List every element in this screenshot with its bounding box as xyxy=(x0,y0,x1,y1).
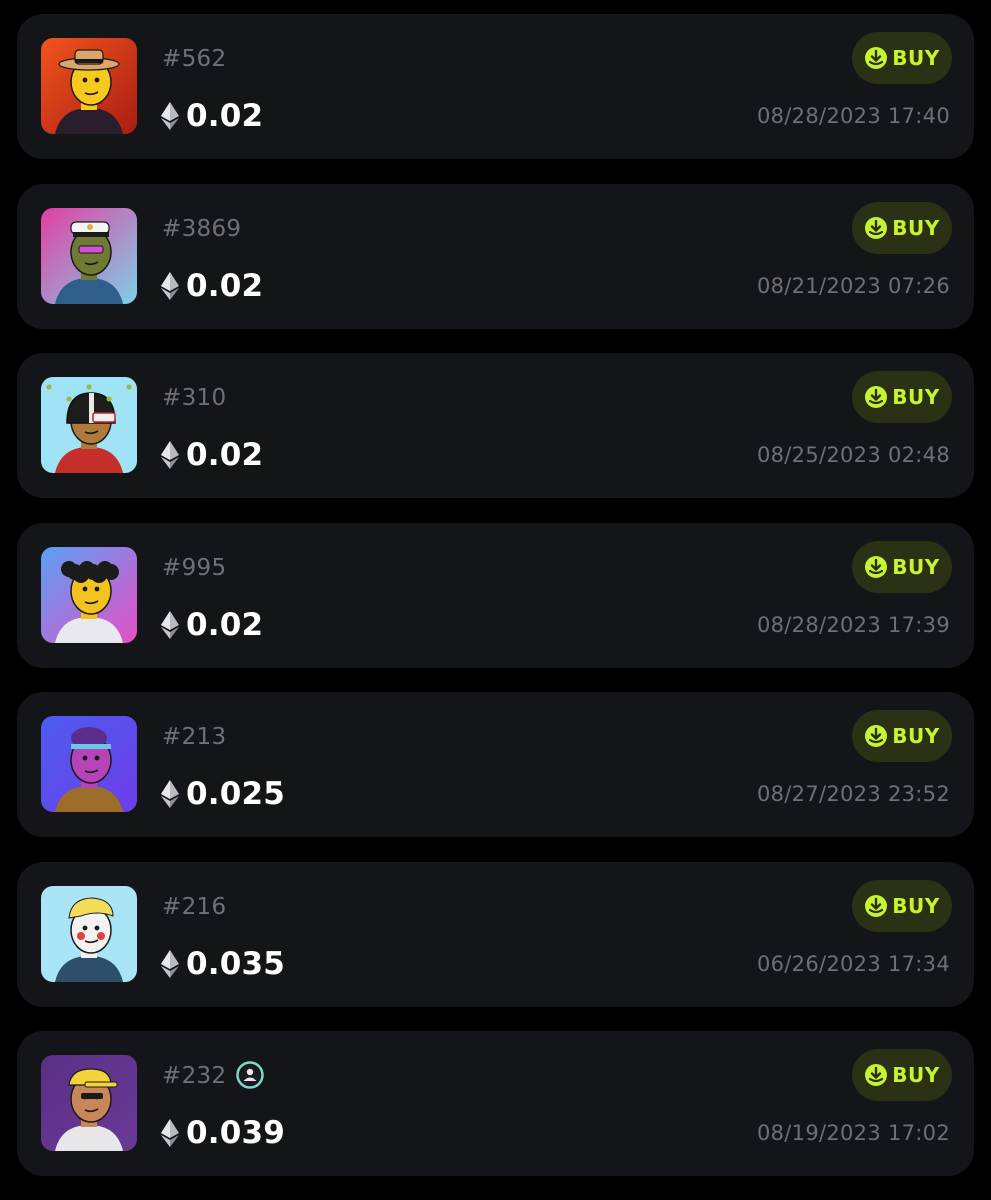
token-id-label: #232 xyxy=(162,1063,227,1089)
token-id-label: #310 xyxy=(162,385,227,411)
listing-card[interactable]: #232 0.039 BUY 08/19/2023 17:02 xyxy=(17,1031,974,1176)
nft-thumbnail[interactable] xyxy=(41,207,137,304)
listing-timestamp: 06/26/2023 17:34 xyxy=(756,951,950,976)
buy-button[interactable]: BUY xyxy=(852,1049,952,1101)
listing-card[interactable]: #3869 0.02 BUY 08/21/2023 07:26 xyxy=(17,183,974,329)
token-id-label: #995 xyxy=(162,554,227,581)
buy-button-label: BUY xyxy=(892,385,940,409)
ethereum-icon xyxy=(161,780,179,808)
buy-button-label: BUY xyxy=(892,215,940,240)
ethereum-icon xyxy=(161,949,179,978)
listing-timestamp: 08/28/2023 17:39 xyxy=(756,612,950,637)
nft-thumbnail[interactable] xyxy=(41,546,137,643)
token-id: #213 xyxy=(162,722,226,752)
buy-arrow-icon xyxy=(865,47,888,69)
buy-arrow-icon xyxy=(865,894,888,917)
ethereum-icon xyxy=(161,102,179,130)
ethereum-icon xyxy=(161,610,179,639)
listing-card[interactable]: #216 0.035 BUY 06/26/2023 17:34 xyxy=(17,861,974,1007)
listing-timestamp: 08/27/2023 23:52 xyxy=(756,782,950,806)
buy-button[interactable]: BUY xyxy=(852,32,952,84)
price-value: 0.02 xyxy=(186,267,264,304)
price-value: 0.02 xyxy=(186,437,264,473)
buy-arrow-icon xyxy=(865,216,888,239)
buy-button-label: BUY xyxy=(892,1063,940,1087)
token-id-label: #216 xyxy=(162,893,227,920)
nft-thumbnail[interactable] xyxy=(41,377,137,473)
ethereum-icon xyxy=(161,271,179,300)
token-id: #3869 xyxy=(162,214,241,244)
buy-arrow-icon xyxy=(865,386,888,408)
buy-button[interactable]: BUY xyxy=(852,710,952,762)
buy-button-label: BUY xyxy=(892,46,940,70)
price-value: 0.02 xyxy=(186,606,264,643)
listing-timestamp: 08/19/2023 17:02 xyxy=(756,1121,950,1145)
buy-button-label: BUY xyxy=(892,554,940,579)
token-id-label: #3869 xyxy=(162,215,242,242)
buy-button-label: BUY xyxy=(892,724,940,748)
verified-user-icon xyxy=(236,1060,265,1089)
nft-thumbnail[interactable] xyxy=(41,38,137,134)
nft-thumbnail[interactable] xyxy=(41,885,137,982)
ethereum-icon xyxy=(161,441,179,469)
ethereum-icon xyxy=(161,1119,179,1147)
token-id: #562 xyxy=(162,44,226,74)
nft-thumbnail[interactable] xyxy=(41,716,137,812)
price-value: 0.039 xyxy=(186,1115,286,1151)
nft-thumbnail[interactable] xyxy=(41,1055,137,1151)
token-id-label: #213 xyxy=(162,724,227,750)
buy-arrow-icon xyxy=(865,725,888,747)
price: 0.035 xyxy=(161,946,285,982)
token-id: #216 xyxy=(162,892,226,922)
price: 0.02 xyxy=(161,98,263,134)
buy-button[interactable]: BUY xyxy=(852,371,952,423)
price-value: 0.035 xyxy=(186,945,286,982)
token-id: #995 xyxy=(162,553,226,583)
listings-list: #562 0.02 BUY 08/28/2023 17:40 #3869 0.02 BUY 0… xyxy=(0,0,991,1200)
price: 0.02 xyxy=(161,437,263,473)
price: 0.039 xyxy=(161,1115,285,1151)
buy-button[interactable]: BUY xyxy=(852,201,952,254)
price: 0.02 xyxy=(161,268,263,304)
token-id: #232 xyxy=(162,1060,265,1091)
buy-button-label: BUY xyxy=(892,893,940,918)
token-id-label: #562 xyxy=(162,46,227,72)
buy-button[interactable]: BUY xyxy=(852,540,952,593)
price: 0.025 xyxy=(161,776,285,812)
listing-card[interactable]: #562 0.02 BUY 08/28/2023 17:40 xyxy=(17,14,974,159)
price: 0.02 xyxy=(161,607,263,643)
listing-card[interactable]: #995 0.02 BUY 08/28/2023 17:39 xyxy=(17,522,974,668)
price-value: 0.02 xyxy=(186,98,264,134)
token-id: #310 xyxy=(162,383,226,413)
price-value: 0.025 xyxy=(186,776,286,812)
listing-timestamp: 08/25/2023 02:48 xyxy=(756,443,950,467)
listing-timestamp: 08/28/2023 17:40 xyxy=(756,104,950,128)
buy-arrow-icon xyxy=(865,555,888,578)
listing-card[interactable]: #213 0.025 BUY 08/27/2023 23:52 xyxy=(17,692,974,837)
buy-button[interactable]: BUY xyxy=(852,879,952,932)
listing-timestamp: 08/21/2023 07:26 xyxy=(756,273,950,298)
listing-card[interactable]: #310 0.02 BUY 08/25/2023 02:48 xyxy=(17,353,974,498)
buy-arrow-icon xyxy=(865,1064,888,1086)
